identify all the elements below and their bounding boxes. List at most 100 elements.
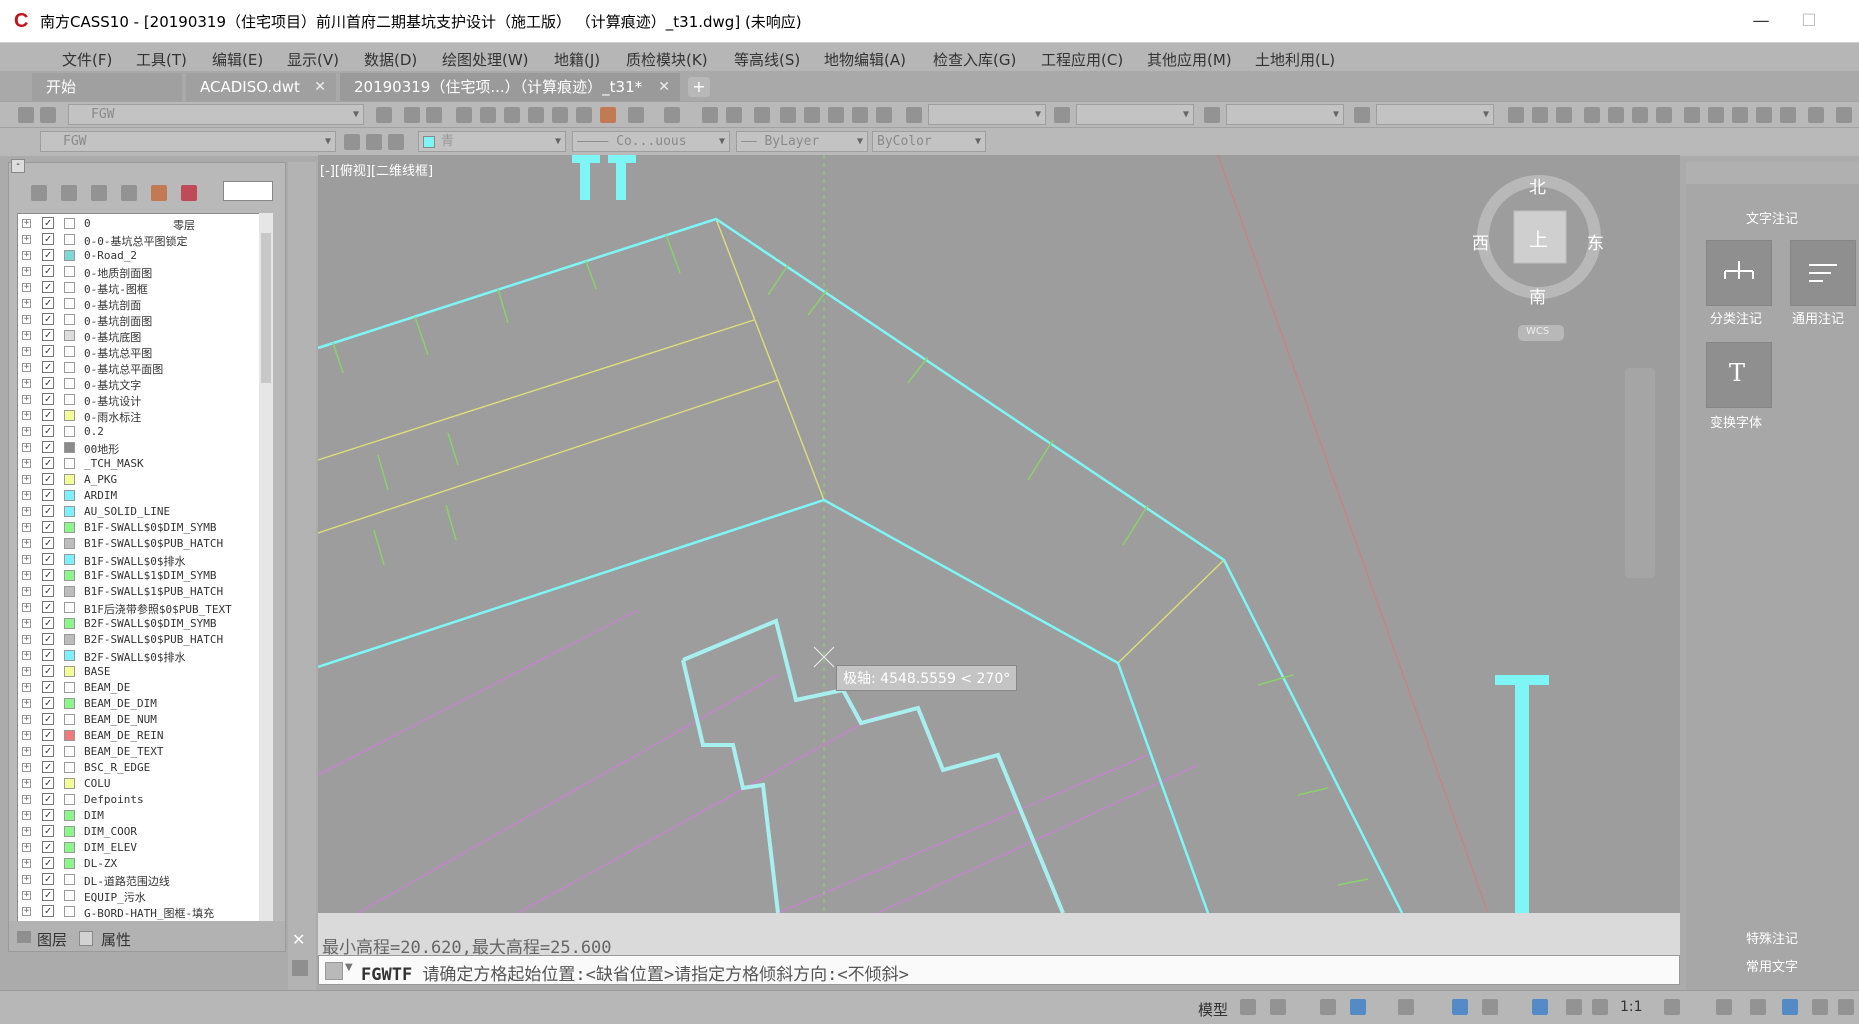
layer-row[interactable]: + ✓ Defpoints (18, 792, 258, 808)
expand-icon[interactable]: + (22, 411, 31, 420)
layer-color-swatch[interactable] (64, 650, 75, 661)
layer-combo-2[interactable]: FGW ▼ (40, 131, 336, 152)
layer-visibility-checkbox[interactable]: ✓ (42, 857, 54, 869)
close-icon[interactable]: ✕ (314, 73, 326, 101)
menu-other[interactable]: 其他应用(M) (1147, 49, 1232, 70)
menu-icon[interactable] (1838, 999, 1854, 1015)
layer-row[interactable]: + ✓ BASE (18, 664, 258, 680)
layer-visibility-checkbox[interactable]: ✓ (42, 393, 54, 405)
text-style-icon[interactable] (906, 107, 922, 123)
expand-icon[interactable]: + (22, 475, 31, 484)
expand-icon[interactable]: + (22, 667, 31, 676)
layer-color-swatch[interactable] (64, 426, 75, 437)
panel-collapse-icon[interactable]: - (11, 159, 25, 173)
save-icon[interactable] (426, 107, 442, 123)
layer-color-swatch[interactable] (64, 762, 75, 773)
multileader-combo[interactable]: ▼ (1376, 104, 1494, 125)
view-label[interactable]: [-][俯视][二维线框] (320, 160, 433, 179)
expand-icon[interactable]: + (22, 811, 31, 820)
snap-mode-icon[interactable] (1270, 999, 1286, 1015)
expand-icon[interactable]: + (22, 907, 31, 916)
layer-visibility-checkbox[interactable]: ✓ (42, 713, 54, 725)
menu-tools[interactable]: 工具(T) (136, 49, 187, 70)
add-tab-button[interactable]: + (688, 77, 710, 97)
expand-icon[interactable]: + (22, 251, 31, 260)
layer-color-swatch[interactable] (64, 282, 75, 293)
layer-visibility-checkbox[interactable]: ✓ (42, 569, 54, 581)
layer-color-swatch[interactable] (64, 634, 75, 645)
lasso-icon[interactable] (456, 107, 472, 123)
pencil-icon[interactable] (754, 107, 770, 123)
layer-color-swatch[interactable] (64, 890, 75, 901)
layer-color-swatch[interactable] (64, 538, 75, 549)
expand-icon[interactable]: + (22, 427, 31, 436)
layer-color-swatch[interactable] (64, 234, 75, 245)
layer-visibility-checkbox[interactable]: ✓ (42, 777, 54, 789)
menu-drawing[interactable]: 绘图处理(W) (442, 49, 529, 70)
layer-prev-icon[interactable] (344, 134, 360, 150)
layer-row[interactable]: + ✓ B1F-SWALL$1$PUB_HATCH (18, 584, 258, 600)
change-font-button[interactable]: T (1706, 342, 1772, 408)
layer-color-swatch[interactable] (64, 394, 75, 405)
layer-row[interactable]: + ✓ 0-基坑设计 (18, 392, 258, 408)
trim-icon[interactable] (828, 107, 844, 123)
menu-contour[interactable]: 等高线(S) (734, 49, 800, 70)
help-icon[interactable] (876, 107, 892, 123)
layer-scrollbar[interactable] (259, 213, 273, 923)
expand-icon[interactable]: + (22, 363, 31, 372)
customize-icon[interactable] (292, 960, 308, 976)
layer-color-swatch[interactable] (64, 330, 75, 341)
match-prop-icon[interactable] (1756, 107, 1772, 123)
layer-visibility-checkbox[interactable]: ✓ (42, 425, 54, 437)
compass-south[interactable]: 南 (1529, 283, 1546, 308)
layer-color-swatch[interactable] (64, 506, 75, 517)
layer-visibility-checkbox[interactable]: ✓ (42, 889, 54, 901)
tab-layers[interactable]: 图层 (37, 929, 67, 950)
command-line[interactable]: ▼ FGWTF 请确定方格起始位置:<缺省位置>请指定方格倾斜方向:<不倾斜> (318, 955, 1680, 985)
3d-icon[interactable] (1656, 107, 1672, 123)
layer-row[interactable]: + ✓ B2F-SWALL$0$PUB_HATCH (18, 632, 258, 648)
layer-visibility-checkbox[interactable]: ✓ (42, 681, 54, 693)
layer-color-swatch[interactable] (64, 314, 75, 325)
zoom-icon[interactable] (504, 107, 520, 123)
layer-visibility-checkbox[interactable]: ✓ (42, 697, 54, 709)
layer-row[interactable]: + ✓ 0-基坑剖面图 (18, 312, 258, 328)
pan-icon[interactable] (480, 107, 496, 123)
layer-row[interactable]: + ✓ DL-道路范围边线 (18, 872, 258, 888)
command-icon[interactable] (325, 962, 343, 980)
clean-screen-icon[interactable] (1812, 999, 1828, 1015)
layer-visibility-checkbox[interactable]: ✓ (42, 233, 54, 245)
layer-row[interactable]: + ✓ AU_SOLID_LINE (18, 504, 258, 520)
text-style-combo[interactable]: ▼ (928, 104, 1046, 125)
layer-visibility-checkbox[interactable]: ✓ (42, 825, 54, 837)
layer-visibility-checkbox[interactable]: ✓ (42, 761, 54, 773)
publish-icon[interactable] (1632, 107, 1648, 123)
layer-color-swatch[interactable] (64, 442, 75, 453)
layer-color-swatch[interactable] (64, 874, 75, 885)
layer-visibility-checkbox[interactable]: ✓ (42, 313, 54, 325)
layer-visibility-checkbox[interactable]: ✓ (42, 809, 54, 821)
layer-row[interactable]: + ✓ 0-基坑文字 (18, 376, 258, 392)
scrollbar-thumb[interactable] (261, 233, 271, 383)
annotation-scale[interactable]: 1:1 (1620, 999, 1643, 1015)
layer-color-swatch[interactable] (64, 602, 75, 613)
isodraft-icon[interactable] (1398, 999, 1414, 1015)
layer-row[interactable]: + ✓ COLU (18, 776, 258, 792)
cass-logo-icon[interactable]: C (14, 10, 36, 32)
new-layer-icon[interactable] (31, 185, 47, 201)
ortho-icon[interactable] (1320, 999, 1336, 1015)
expand-icon[interactable]: + (22, 539, 31, 548)
layer-color-swatch[interactable] (64, 618, 75, 629)
zoom-window-icon[interactable] (528, 107, 544, 123)
layer-row[interactable]: + ✓ BEAM_DE_NUM (18, 712, 258, 728)
menu-feature-edit[interactable]: 地物编辑(A) (824, 49, 906, 70)
expand-icon[interactable]: + (22, 699, 31, 708)
layer-visibility-checkbox[interactable]: ✓ (42, 505, 54, 517)
layer-row[interactable]: + ✓ BEAM_DE_REIN (18, 728, 258, 744)
layer-row[interactable]: + ✓ BSC_R_EDGE (18, 760, 258, 776)
layer-row[interactable]: + ✓ 0-基坑底图 (18, 328, 258, 344)
expand-icon[interactable]: + (22, 395, 31, 404)
print-preview-icon[interactable] (1608, 107, 1624, 123)
isolate-icon[interactable] (1750, 999, 1766, 1015)
compass-west[interactable]: 西 (1472, 229, 1489, 254)
